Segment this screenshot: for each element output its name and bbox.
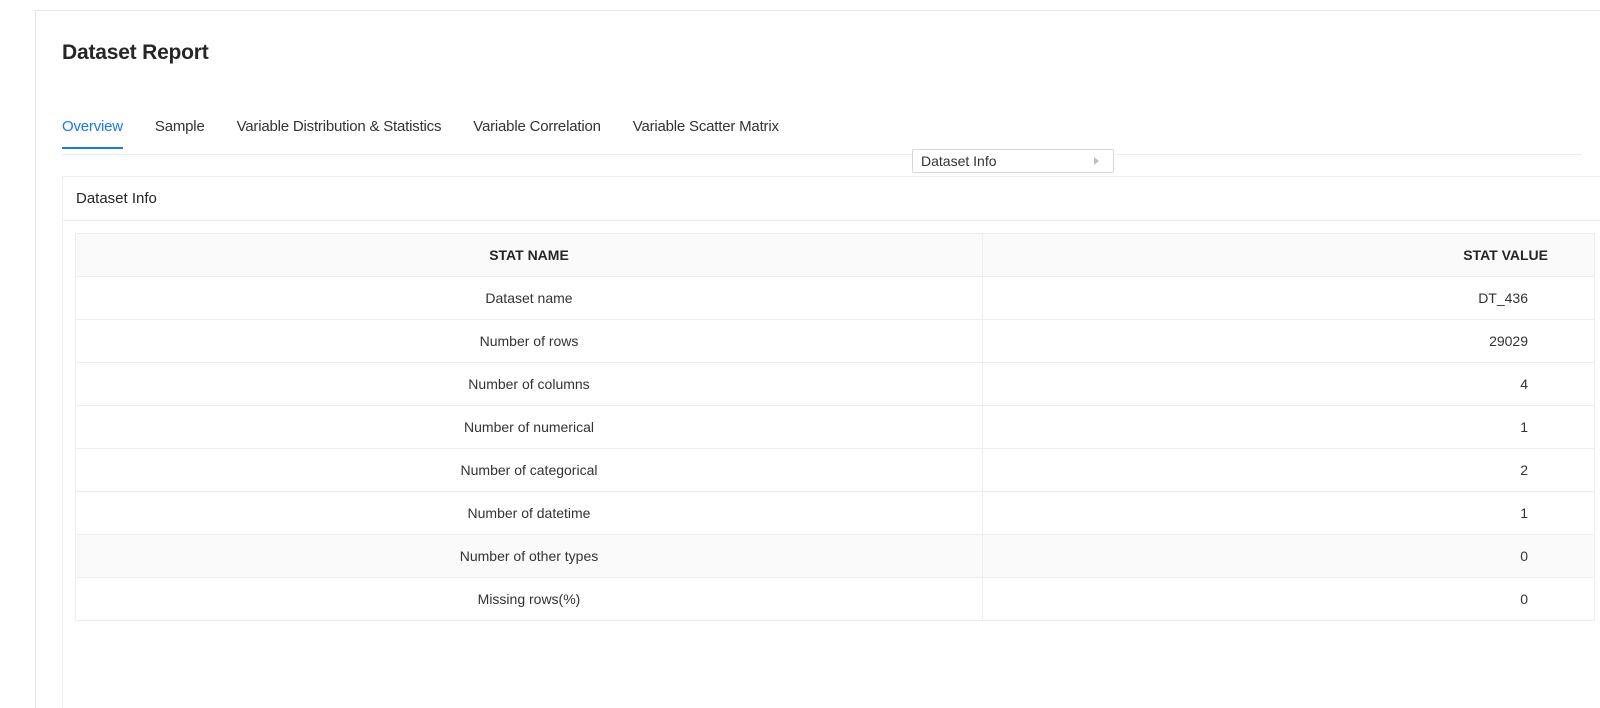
table-row: Number of columns 4 xyxy=(75,362,1595,406)
table-row: Number of categorical 2 xyxy=(75,448,1595,492)
table-row: Dataset name DT_436 xyxy=(75,276,1595,320)
stat-value-cell: 0 xyxy=(982,577,1595,621)
tab-variable-distribution[interactable]: Variable Distribution & Statistics xyxy=(237,107,442,148)
table-row: Number of datetime 1 xyxy=(75,491,1595,535)
stat-value-cell: 29029 xyxy=(982,319,1595,363)
stats-table: STAT NAME STAT VALUE Dataset name DT_436… xyxy=(75,233,1595,621)
column-header-stat-value: STAT VALUE xyxy=(982,233,1595,277)
table-header-row: STAT NAME STAT VALUE xyxy=(75,233,1595,277)
tabs-divider xyxy=(62,154,1582,155)
stat-value-cell: 1 xyxy=(982,405,1595,449)
stat-name-cell: Number of numerical xyxy=(75,405,983,449)
section-select[interactable]: Dataset Info xyxy=(912,149,1114,173)
stat-value-cell: 0 xyxy=(982,534,1595,578)
tab-variable-correlation[interactable]: Variable Correlation xyxy=(473,107,601,148)
section-select-value: Dataset Info xyxy=(921,153,997,169)
report-tabs: Overview Sample Variable Distribution & … xyxy=(62,107,1582,155)
tab-overview[interactable]: Overview xyxy=(62,107,123,149)
table-row: Missing rows(%) 0 xyxy=(75,577,1595,621)
tab-variable-scatter-matrix[interactable]: Variable Scatter Matrix xyxy=(633,107,779,148)
stat-name-cell: Number of other types xyxy=(75,534,983,578)
table-row: Number of rows 29029 xyxy=(75,319,1595,363)
stat-name-cell: Number of categorical xyxy=(75,448,983,492)
stat-value-cell: 2 xyxy=(982,448,1595,492)
stat-name-cell: Missing rows(%) xyxy=(75,577,983,621)
page-title: Dataset Report xyxy=(62,41,209,64)
table-row: Number of numerical 1 xyxy=(75,405,1595,449)
card-title: Dataset Info xyxy=(63,177,1600,221)
column-header-stat-name: STAT NAME xyxy=(75,233,983,277)
stat-value-cell: DT_436 xyxy=(982,276,1595,320)
caret-right-icon xyxy=(1094,157,1099,165)
stat-name-cell: Dataset name xyxy=(75,276,983,320)
report-frame: Dataset Report Overview Sample Variable … xyxy=(35,10,1600,708)
tab-sample[interactable]: Sample xyxy=(155,107,205,148)
dataset-info-card: Dataset Info STAT NAME STAT VALUE Datase… xyxy=(62,176,1600,708)
table-row: Number of other types 0 xyxy=(75,534,1595,578)
stat-name-cell: Number of rows xyxy=(75,319,983,363)
stat-value-cell: 1 xyxy=(982,491,1595,535)
stat-name-cell: Number of columns xyxy=(75,362,983,406)
stat-value-cell: 4 xyxy=(982,362,1595,406)
stat-name-cell: Number of datetime xyxy=(75,491,983,535)
